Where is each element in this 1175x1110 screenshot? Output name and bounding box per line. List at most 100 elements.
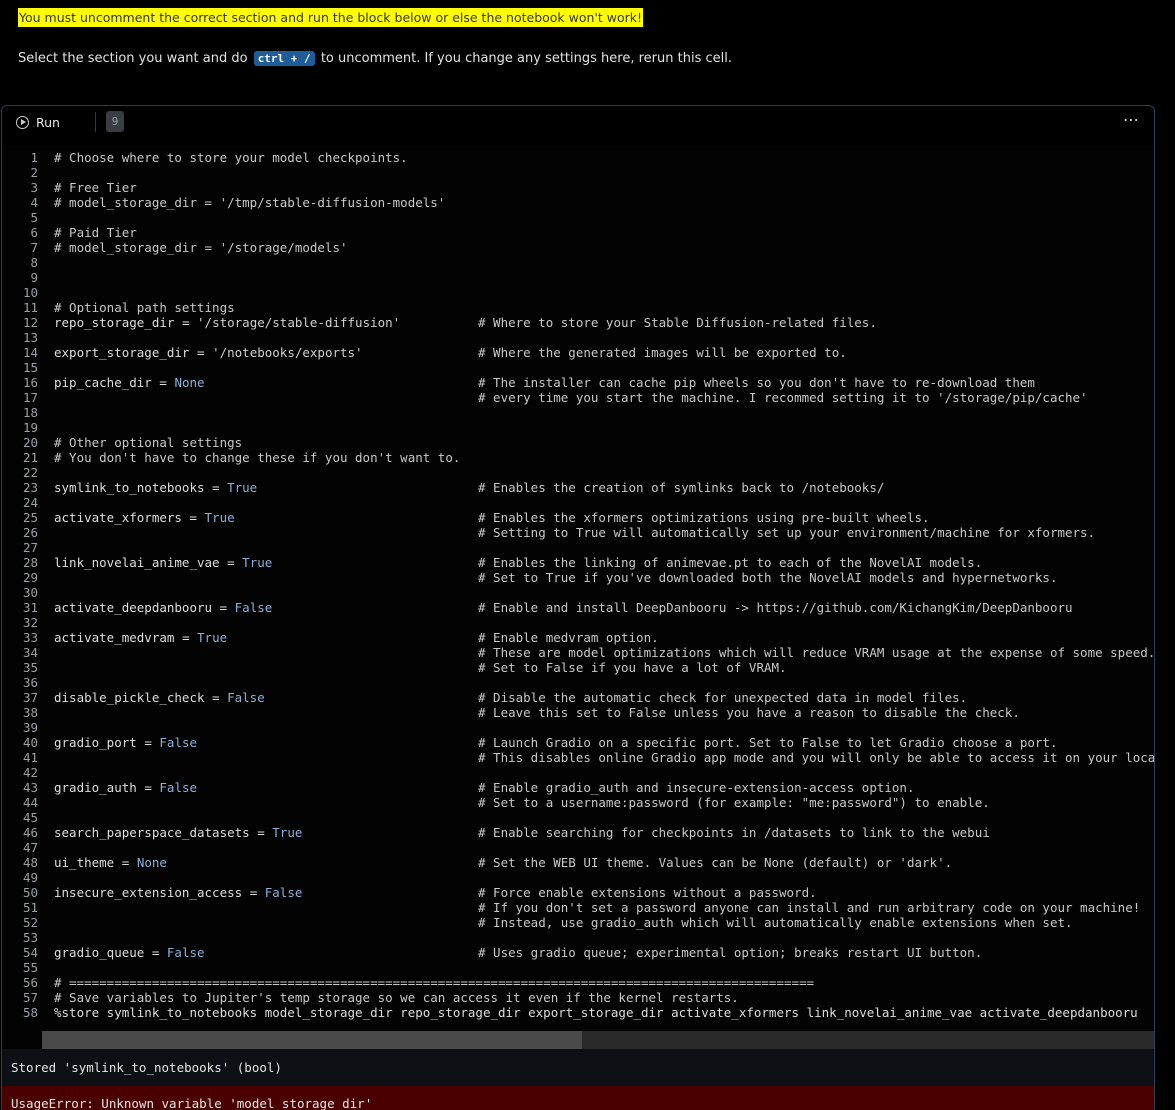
line-number: 53 (22, 930, 38, 945)
line-number: 16 (22, 375, 38, 390)
line-comment: # Enables the creation of symlinks back … (478, 480, 885, 495)
line-comment: # Enables the linking of animevae.pt to … (478, 555, 983, 570)
line-number: 24 (22, 495, 38, 510)
code-line: 16 pip_cache_dir = None # The installer ca… (2, 375, 1035, 390)
line-number: 28 (22, 555, 38, 570)
line-comment: # Launch Gradio on a specific port. Set … (478, 735, 1058, 750)
code-line: 48 ui_theme = None # Set the WEB UI theme.… (2, 855, 952, 870)
more-options-icon[interactable]: ⋯ (1123, 111, 1140, 129)
code-line: 12 repo_storage_dir = '/storage/stable-di… (2, 315, 877, 330)
line-code: link_novelai_anime_vae = True (54, 555, 273, 570)
line-code: # model_storage_dir = '/tmp/stable-diffu… (54, 195, 446, 210)
code-line: 58 %store symlink_to_notebooks model_stor… (2, 1005, 1138, 1020)
error-output: UsageError: Unknown variable 'model_stor… (2, 1086, 1154, 1110)
line-number: 17 (22, 390, 38, 405)
code-line: 35 # Set to False if you have a lot of VR… (2, 660, 787, 675)
line-number: 54 (22, 945, 38, 960)
line-code: activate_deepdanbooru = False (54, 600, 273, 615)
code-line: 27 (2, 540, 38, 555)
line-comment: # Set the WEB UI theme. Values can be No… (478, 855, 953, 870)
code-line: 8 (2, 255, 38, 270)
cell-output: Stored 'symlink_to_notebooks' (bool) (2, 1049, 1154, 1086)
code-line: 14 export_storage_dir = '/notebooks/expor… (2, 345, 847, 360)
code-line: 53 (2, 930, 38, 945)
line-number: 58 (22, 1005, 38, 1020)
cell-toolbar: Run 9 ⋯ (2, 106, 1154, 140)
code-line: 40 gradio_port = False # Launch Gradio on … (2, 735, 1058, 750)
code-line: 57 # Save variables to Jupiter's temp sto… (2, 990, 739, 1005)
line-comment: # The installer can cache pip wheels so … (478, 375, 1035, 390)
code-line: 34 # These are model optimizations which … (2, 645, 1154, 660)
instruction-after: to uncomment. If you change any settings… (320, 51, 732, 66)
line-comment: # If you don't set a password anyone can… (478, 900, 1141, 915)
code-editor[interactable]: 1 # Choose where to store your model chec… (2, 146, 1154, 1051)
code-line: 31 activate_deepdanbooru = False # Enable … (2, 600, 1073, 615)
line-number: 51 (22, 900, 38, 915)
line-code: # Free Tier (54, 180, 137, 195)
code-line: 36 (2, 675, 38, 690)
line-comment: # Where the generated images will be exp… (478, 345, 847, 360)
line-comment: # Uses gradio queue; experimental option… (478, 945, 983, 960)
code-line: 20 # Other optional settings (2, 435, 242, 450)
line-comment: # Disable the automatic check for unexpe… (478, 690, 968, 705)
instruction-text: Select the section you want and do ctrl … (18, 50, 732, 68)
line-number: 30 (22, 585, 38, 600)
line-comment: # Set to True if you've downloaded both … (478, 570, 1058, 585)
line-comment: # Enable medvram option. (478, 630, 659, 645)
line-number: 6 (30, 225, 38, 240)
line-comment: # Enable and install DeepDanbooru -> htt… (478, 600, 1073, 615)
code-line: 52 # Instead, use gradio_auth which will … (2, 915, 1073, 930)
line-code: # Save variables to Jupiter's temp stora… (54, 990, 739, 1005)
line-comment: # Instead, use gradio_auth which will au… (478, 915, 1073, 930)
code-line: 44 # Set to a username:password (for exam… (2, 795, 990, 810)
line-number: 25 (22, 510, 38, 525)
line-comment: # Enable searching for checkpoints in /d… (478, 825, 990, 840)
code-line: 47 (2, 840, 38, 855)
line-number: 1 (30, 150, 38, 165)
line-number: 46 (22, 825, 38, 840)
line-number: 42 (22, 765, 38, 780)
code-line: 37 disable_pickle_check = False # Disable … (2, 690, 967, 705)
line-code: # Other optional settings (54, 435, 243, 450)
code-line: 3 # Free Tier (2, 180, 136, 195)
line-code: gradio_port = False (54, 735, 198, 750)
line-number: 22 (22, 465, 38, 480)
code-line: 13 (2, 330, 38, 345)
line-number: 23 (22, 480, 38, 495)
line-number: 13 (22, 330, 38, 345)
code-line: 33 activate_medvram = True # Enable medvra… (2, 630, 659, 645)
line-comment: # Set to False if you have a lot of VRAM… (478, 660, 787, 675)
line-code: repo_storage_dir = '/storage/stable-diff… (54, 315, 401, 330)
line-number: 15 (22, 360, 38, 375)
code-line: 45 (2, 810, 38, 825)
line-code: activate_medvram = True (54, 630, 228, 645)
run-label: Run (36, 114, 60, 130)
code-line: 1 # Choose where to store your model chec… (2, 150, 407, 165)
line-number: 2 (30, 165, 38, 180)
run-button[interactable]: Run (16, 112, 60, 132)
line-code: disable_pickle_check = False (54, 690, 265, 705)
line-number: 20 (22, 435, 38, 450)
code-line: 6 # Paid Tier (2, 225, 136, 240)
horizontal-scrollbar[interactable] (42, 1031, 1154, 1049)
line-number: 10 (22, 285, 38, 300)
line-code: export_storage_dir = '/notebooks/exports… (54, 345, 363, 360)
line-number: 50 (22, 885, 38, 900)
line-code: # Paid Tier (54, 225, 137, 240)
code-line: 4 # model_storage_dir = '/tmp/stable-diff… (2, 195, 445, 210)
line-number: 5 (30, 210, 38, 225)
keyboard-shortcut: ctrl + / (253, 51, 315, 66)
line-comment: # Setting to True will automatically set… (478, 525, 1096, 540)
line-code: gradio_auth = False (54, 780, 198, 795)
code-line: 55 (2, 960, 38, 975)
execution-count: 9 (106, 111, 124, 132)
line-comment: # Set to a username:password (for exampl… (478, 795, 990, 810)
code-line: 41 # This disables online Gradio app mode… (2, 750, 1154, 765)
line-number: 4 (30, 195, 38, 210)
code-cell[interactable]: Run 9 ⋯ 1 # Choose where to store your mo… (1, 105, 1155, 1110)
code-line: 42 (2, 765, 38, 780)
line-code: # Optional path settings (54, 300, 235, 315)
scrollbar-thumb[interactable] (42, 1031, 582, 1049)
instruction-before: Select the section you want and do (18, 51, 248, 66)
code-line: 18 (2, 405, 38, 420)
